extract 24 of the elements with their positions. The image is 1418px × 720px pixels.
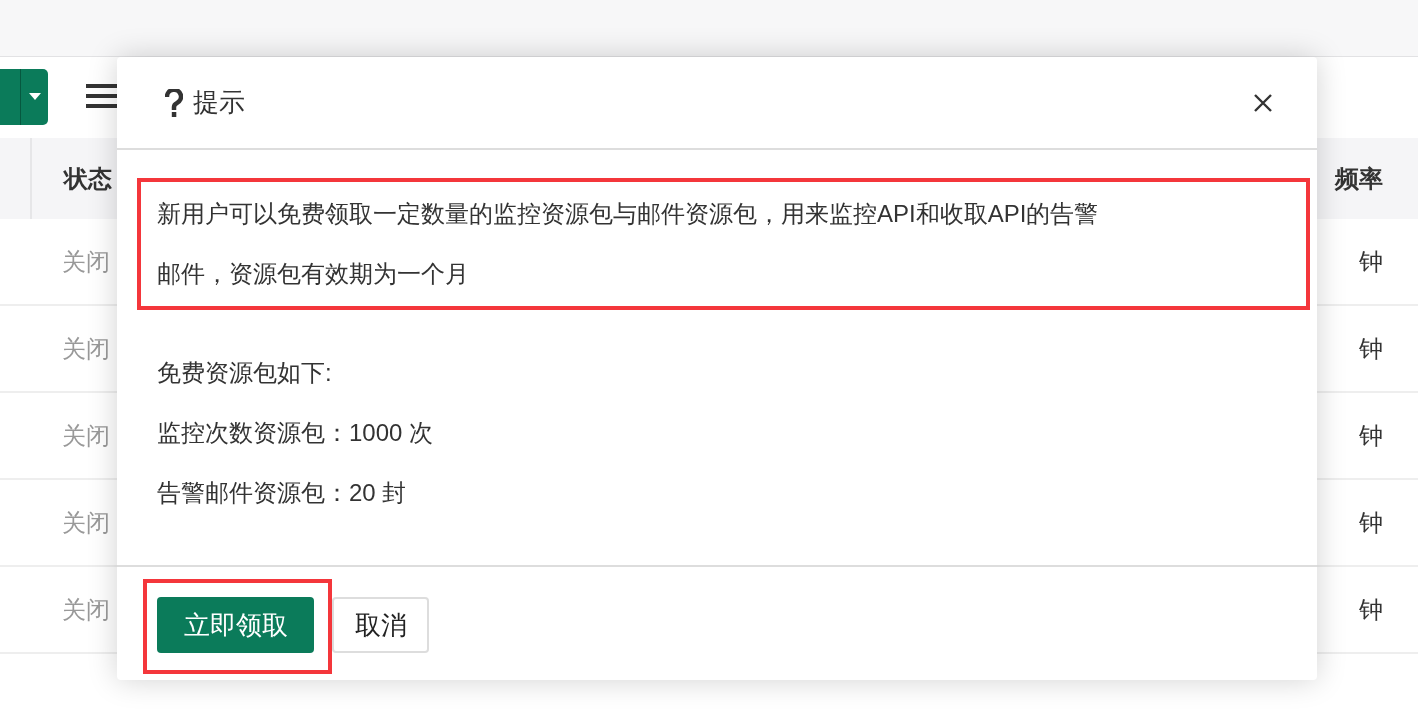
table-cell-text: 关闭 — [62, 420, 110, 451]
help-icon — [165, 88, 183, 117]
dialog-title: 提示 — [193, 86, 246, 119]
table-cell-text: 钟 — [1359, 594, 1383, 625]
dialog-text: 免费资源包如下: — [157, 358, 333, 388]
table-cell-text: 钟 — [1359, 333, 1383, 364]
table-cell-text: 关闭 — [62, 333, 110, 364]
table-cell-text: 关闭 — [62, 594, 110, 625]
sort-icon[interactable] — [86, 82, 118, 109]
caret-icon — [28, 93, 41, 100]
dialog-text: 新用户可以免费领取一定数量的监控资源包与邮件资源包，用来监控API和收取API的告警邮件，资源包有效期为一个月 — [157, 199, 1100, 289]
close-button[interactable] — [1253, 92, 1273, 113]
table-cell-text: 钟 — [1359, 246, 1383, 277]
table-cell-text: 钟 — [1359, 507, 1383, 538]
dialog-text: 监控次数资源包：1000 次 — [157, 418, 435, 448]
table-cell-text: 关闭 — [62, 246, 110, 277]
table-cell-text: 关闭 — [62, 507, 110, 538]
dialog-text: 告警邮件资源包：20 封 — [157, 478, 408, 508]
claim-button[interactable]: 立即领取 — [157, 597, 314, 653]
column-header: 频率 — [1335, 163, 1383, 194]
split-button[interactable] — [0, 68, 48, 125]
cancel-button[interactable]: 取消 — [332, 597, 429, 653]
column-header: 状态 — [64, 163, 112, 194]
table-cell-text: 钟 — [1359, 420, 1383, 451]
